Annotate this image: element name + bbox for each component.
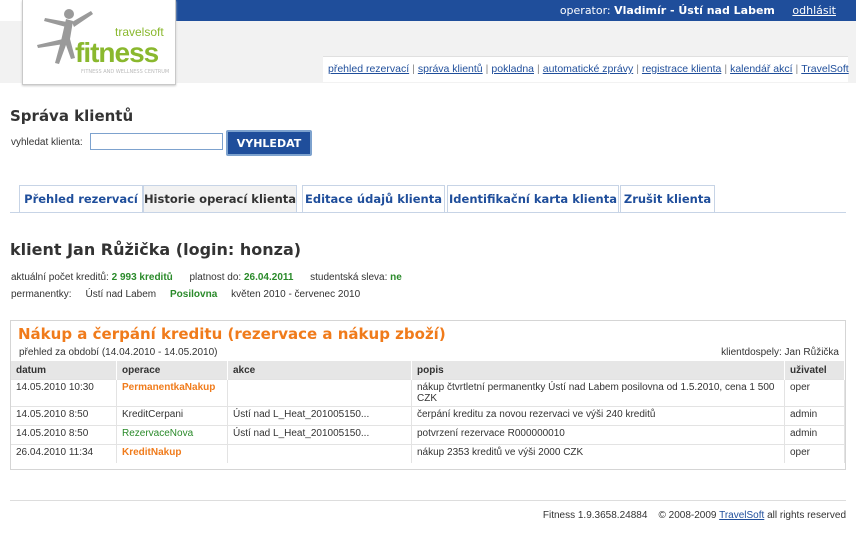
- table-row: 14.05.2010 8:50 RezervaceNova Ústí nad L_H…: [11, 425, 845, 445]
- logo[interactable]: travelsoft fitness FITNESS AND WELLNESS …: [22, 0, 176, 85]
- tab-id-card[interactable]: Identifikační karta klienta: [447, 185, 619, 212]
- nav-separator: |: [636, 63, 639, 75]
- client-heading: klient Jan Růžička (login: honza): [10, 240, 302, 259]
- tab-operation-history[interactable]: Historie operací klienta: [143, 185, 297, 212]
- cell-action: Ústí nad L_Heat_201005150...: [227, 425, 412, 445]
- operator-name: Vladimír - Ústí nad Labem: [614, 4, 775, 17]
- credits-value: 2 993 kreditů: [111, 272, 173, 283]
- search-button[interactable]: VYHLEDAT: [226, 130, 312, 156]
- panel-title: Nákup a čerpání kreditu (rezervace a nák…: [18, 325, 446, 343]
- client-type-text: klientdospely: Jan Růžička: [721, 347, 839, 358]
- table-header-row: datum operace akce popis uživatel: [11, 361, 845, 380]
- student-value: ne: [390, 272, 402, 283]
- cell-user: oper: [784, 444, 845, 463]
- tab-bar: Přehled rezervací Historie operací klien…: [10, 185, 846, 213]
- page-title: Správa klientů: [10, 107, 134, 125]
- period-text: přehled za období (14.04.2010 - 14.05.20…: [19, 347, 218, 358]
- cell-action: Ústí nad L_Heat_201005150...: [227, 406, 412, 426]
- nav-link[interactable]: pokladna: [491, 63, 534, 75]
- validity-label: platnost do:: [189, 272, 242, 283]
- credits-label: aktuální počet kreditů:: [11, 272, 109, 283]
- search-input[interactable]: [90, 133, 223, 150]
- footer: Fitness 1.9.3658.24884 © 2008-2009 Trave…: [543, 510, 846, 521]
- footer-divider: [10, 500, 846, 501]
- cell-date: 14.05.2010 8:50: [11, 425, 117, 445]
- client-passes: permanentky: Ústí nad Labem Posilovna kv…: [11, 289, 360, 300]
- nav-separator: |: [724, 63, 728, 75]
- nav-separator: |: [795, 63, 799, 75]
- nav-separator: |: [537, 63, 540, 75]
- student-label: studentská sleva:: [310, 272, 388, 283]
- credit-history-panel: Nákup a čerpání kreditu (rezervace a nák…: [10, 320, 846, 470]
- nav-link[interactable]: registrace klienta: [642, 63, 721, 75]
- column-header-description[interactable]: popis: [411, 361, 785, 380]
- history-table: datum operace akce popis uživatel 14.05.…: [11, 361, 845, 463]
- logo-text-big: fitness: [75, 37, 159, 68]
- cell-description: nákup čtvrtletní permanentky Ústí nad La…: [411, 379, 785, 407]
- cell-description: čerpání kreditu za novou rezervaci ve vý…: [411, 406, 785, 426]
- nav-separator: |: [412, 63, 415, 75]
- cell-user: admin: [784, 425, 845, 445]
- cell-action: [227, 379, 412, 407]
- cell-description: potvrzení rezervace R000000010: [411, 425, 785, 445]
- logout-link[interactable]: odhlásit: [792, 4, 836, 17]
- column-header-operation[interactable]: operace: [116, 361, 228, 380]
- tab-edit-client[interactable]: Editace údajů klienta: [302, 185, 445, 212]
- operator-info: operator: Vladimír - Ústí nad Labem odhl…: [560, 4, 836, 17]
- cell-date: 26.04.2010 11:34: [11, 444, 117, 463]
- nav-separator: |: [485, 63, 489, 75]
- column-header-date[interactable]: datum: [11, 361, 117, 380]
- cell-date: 14.05.2010 10:30: [11, 379, 117, 407]
- cell-user: oper: [784, 379, 845, 407]
- cell-operation: KreditNakup: [116, 444, 228, 463]
- top-navigation: přehled rezervací | správa klientů | pokladn…: [323, 56, 849, 82]
- pass-place: Ústí nad Labem: [85, 289, 157, 300]
- nav-link[interactable]: kalendář akcí: [730, 63, 792, 75]
- client-info: aktuální počet kreditů: 2 993 kreditů pl…: [11, 272, 402, 283]
- column-header-action[interactable]: akce: [227, 361, 412, 380]
- footer-rights: all rights reserved: [767, 510, 846, 521]
- footer-version: Fitness 1.9.3658.24884: [542, 510, 648, 521]
- cell-action: [227, 444, 412, 463]
- top-bar: operator: Vladimír - Ústí nad Labem odhl…: [176, 0, 856, 21]
- logo-tagline: FITNESS AND WELLNESS CENTRUM: [81, 69, 170, 75]
- cell-user: admin: [784, 406, 845, 426]
- column-header-user[interactable]: uživatel: [784, 361, 845, 380]
- cell-operation: RezervaceNova: [116, 425, 228, 445]
- validity-value: 26.04.2011: [243, 272, 294, 283]
- passes-label: permanentky:: [11, 289, 72, 300]
- search-label: vyhledat klienta:: [11, 137, 83, 148]
- tab-reservations-overview[interactable]: Přehled rezervací: [19, 185, 143, 212]
- footer-company-link[interactable]: TravelSoft: [719, 510, 764, 521]
- table-row: 14.05.2010 8:50 KreditCerpani Ústí nad L_H…: [11, 406, 845, 426]
- footer-copyright: © 2008-2009: [658, 510, 717, 521]
- cell-operation: KreditCerpani: [116, 406, 228, 426]
- nav-link[interactable]: automatické zprávy: [543, 63, 633, 75]
- nav-link[interactable]: přehled rezervací: [328, 63, 409, 75]
- pass-type: Posilovna: [170, 289, 218, 300]
- tab-cancel-client[interactable]: Zrušit klienta: [620, 185, 715, 212]
- pass-period: květen 2010 - červenec 2010: [231, 289, 361, 300]
- nav-link[interactable]: správa klientů: [418, 63, 483, 75]
- table-row: 14.05.2010 10:30 PermanentkaNakup nákup čt…: [11, 379, 845, 407]
- cell-date: 14.05.2010 8:50: [11, 406, 117, 426]
- cell-description: nákup 2353 kreditů ve výši 2000 CZK: [411, 444, 785, 463]
- cell-operation: PermanentkaNakup: [116, 379, 228, 407]
- table-row: 26.04.2010 11:34 KreditNakup nákup 2353 kr…: [11, 444, 845, 463]
- operator-label: operator:: [559, 4, 611, 17]
- nav-link[interactable]: TravelSoft: [801, 63, 848, 75]
